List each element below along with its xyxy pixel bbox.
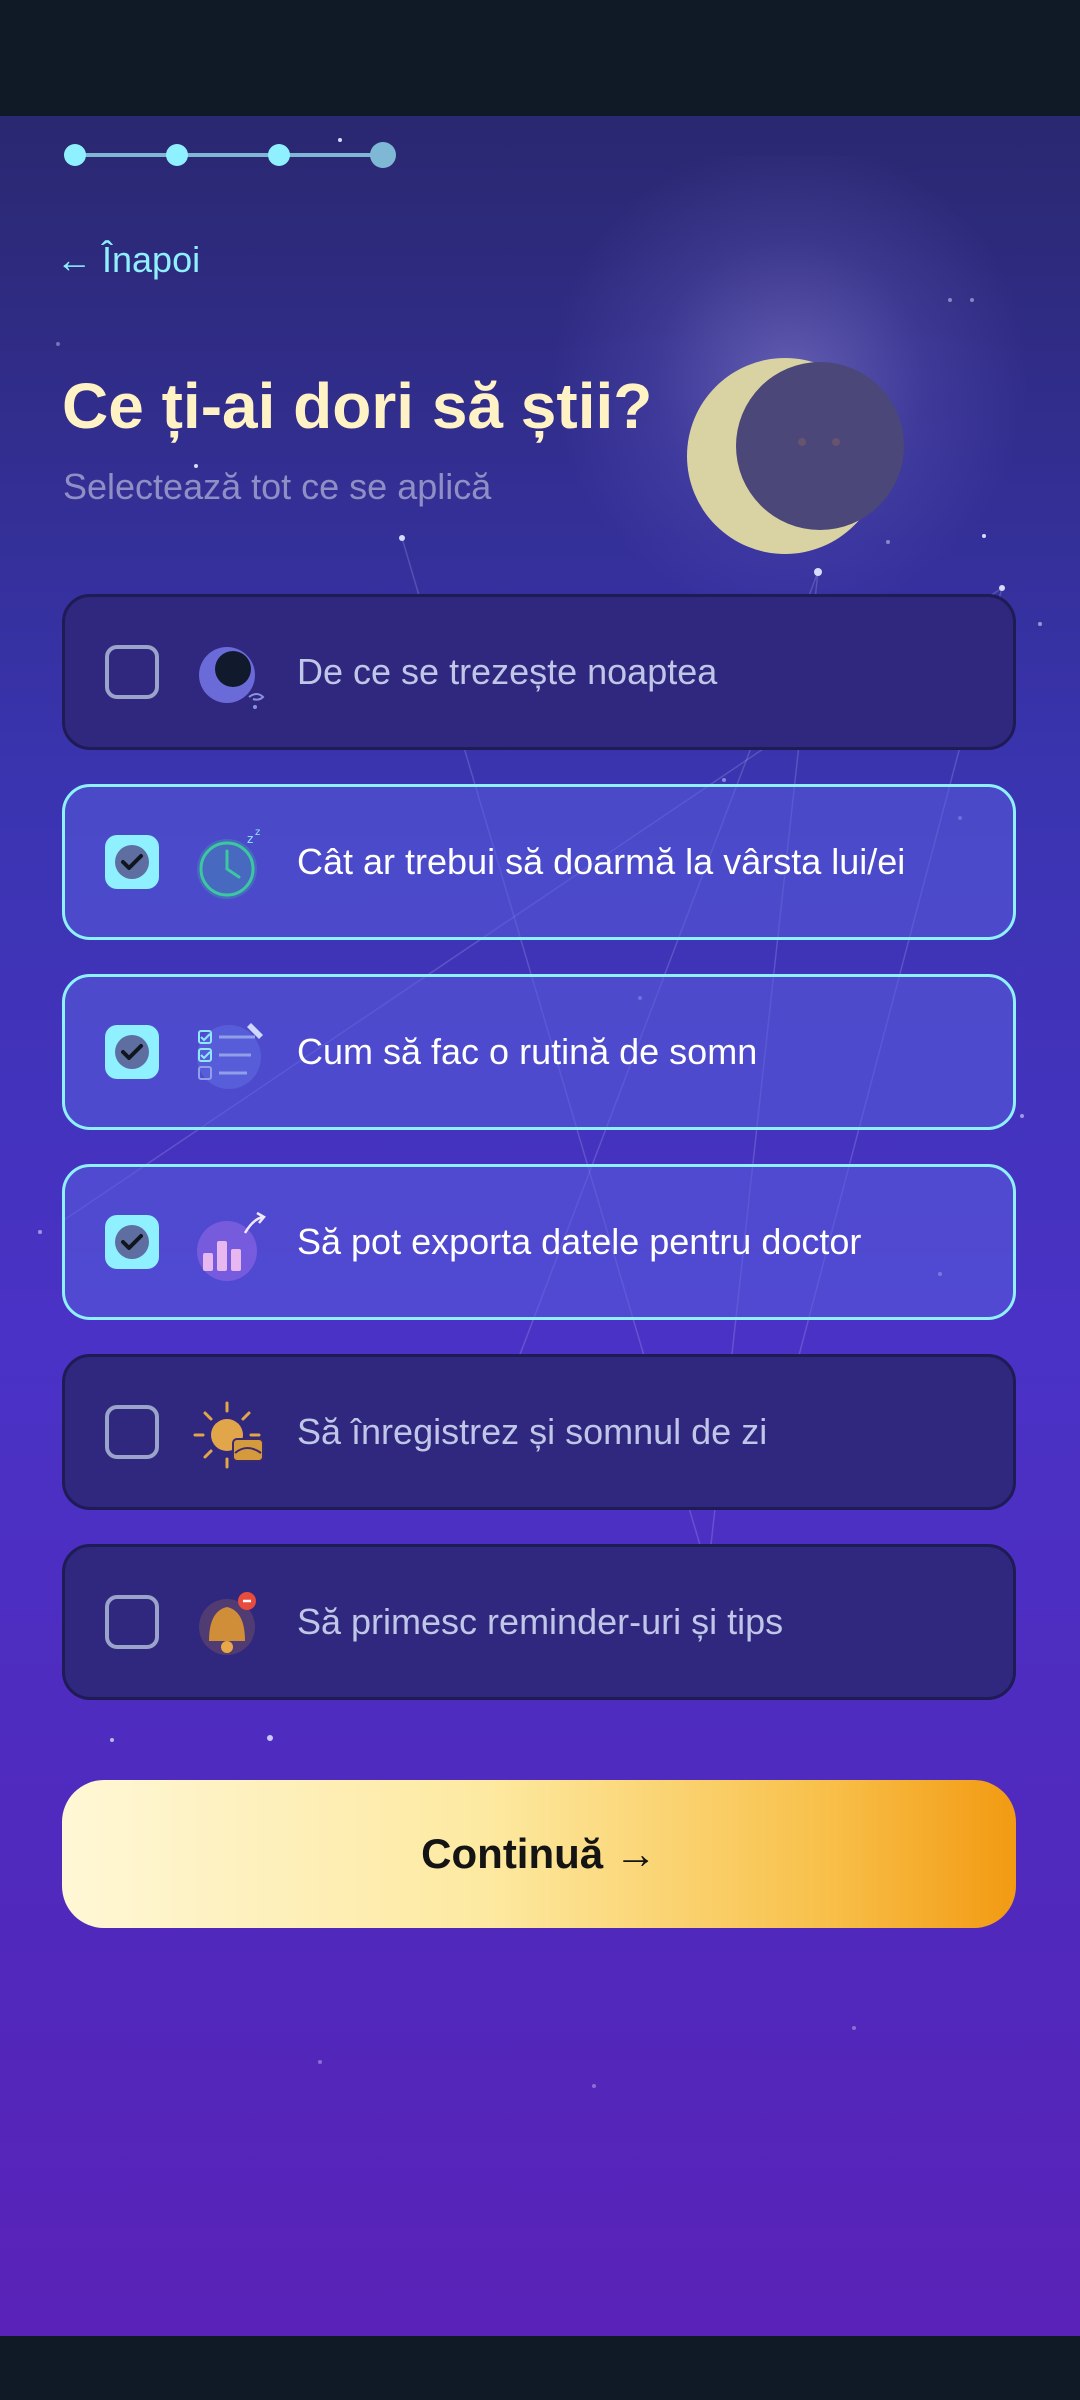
svg-text:z: z — [247, 832, 253, 846]
option-label: De ce se trezește noaptea — [297, 651, 718, 692]
option-sleep-routine[interactable]: Cum să fac o rutină de somn — [62, 974, 1016, 1130]
checkbox-checked[interactable] — [105, 1025, 159, 1079]
option-label: Să primesc reminder-uri și tips — [297, 1601, 784, 1642]
checkbox-unchecked[interactable] — [105, 1405, 159, 1459]
check-icon — [115, 1225, 149, 1259]
option-night-waking[interactable]: De ce se trezește noaptea — [62, 594, 1016, 750]
option-label: Cât ar trebui să doarmă la vârsta lui/ei — [297, 841, 906, 882]
onboarding-screen: ← Înapoi Ce ți-ai dori să știi? Selectea… — [0, 116, 1080, 2336]
navigation-bar — [0, 2336, 1080, 2400]
checkbox-checked[interactable] — [105, 835, 159, 889]
progress-indicator — [64, 140, 404, 170]
progress-step-4 — [370, 142, 396, 168]
svg-text:z: z — [255, 827, 260, 838]
checklist-icon — [197, 1023, 263, 1089]
checkbox-unchecked[interactable] — [105, 1595, 159, 1649]
bell-icon — [199, 1592, 256, 1655]
status-bar — [0, 0, 1080, 116]
progress-step-2 — [166, 144, 188, 166]
option-reminders-tips[interactable]: Să primesc reminder-uri și tips — [62, 1544, 1016, 1700]
checkbox-unchecked[interactable] — [105, 645, 159, 699]
moon-icon — [199, 647, 265, 709]
progress-track — [74, 153, 394, 157]
option-sleep-by-age[interactable]: z z Cât ar trebui să doarmă la vârsta lu… — [62, 784, 1016, 940]
progress-step-3 — [268, 144, 290, 166]
sun-nap-icon — [193, 1401, 264, 1469]
clock-sleep-icon: z z — [197, 827, 260, 899]
page-title: Ce ți-ai dori să știi? — [62, 370, 653, 442]
back-button[interactable]: ← Înapoi — [56, 230, 200, 290]
option-label: Cum să fac o rutină de somn — [297, 1031, 758, 1072]
page-subtitle: Selectează tot ce se aplică — [63, 466, 492, 507]
back-label: ← Înapoi — [56, 239, 201, 280]
option-export-data[interactable]: Să pot exporta datele pentru doctor — [62, 1164, 1016, 1320]
option-label: Să pot exporta datele pentru doctor — [297, 1221, 862, 1262]
chart-export-icon — [197, 1211, 266, 1281]
option-day-naps[interactable]: Să înregistrez și somnul de zi — [62, 1354, 1016, 1510]
progress-step-1 — [64, 144, 86, 166]
moon-illustration-icon — [687, 358, 904, 554]
continue-button[interactable]: Continuă → — [62, 1780, 1016, 1928]
check-icon — [115, 1035, 149, 1069]
check-icon — [115, 845, 149, 879]
checkbox-checked[interactable] — [105, 1215, 159, 1269]
option-label: Să înregistrez și somnul de zi — [297, 1411, 768, 1452]
